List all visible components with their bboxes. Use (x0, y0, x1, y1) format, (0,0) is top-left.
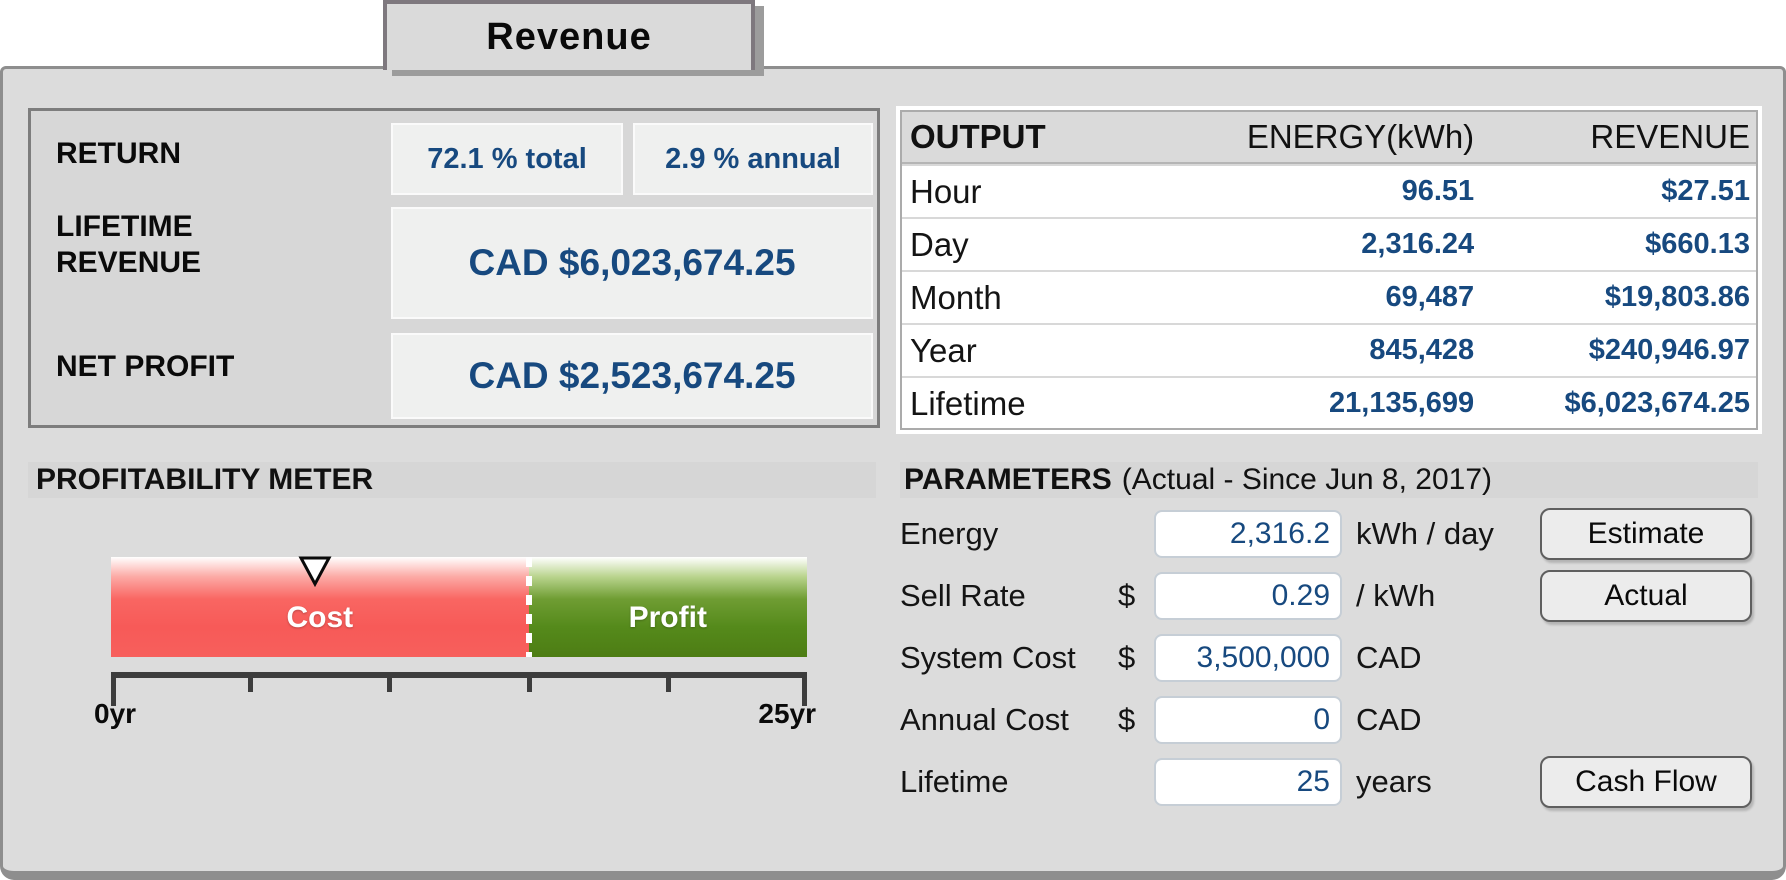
parameters-title-band: PARAMETERS (Actual - Since Jun 8, 2017) (900, 462, 1758, 498)
param-unit: / kWh (1356, 578, 1435, 614)
parameters-title: PARAMETERS (904, 462, 1112, 498)
row-revenue: $240,946.97 (1474, 334, 1756, 367)
row-revenue: $19,803.86 (1474, 281, 1756, 314)
param-row-system-cost: System Cost $ 3,500,000 CAD (900, 632, 1770, 684)
table-row-hour: Hour 96.51 $27.51 (902, 164, 1756, 217)
lifetime-revenue-value: CAD $6,023,674.25 (391, 207, 873, 319)
meter-breakeven-divider (526, 557, 532, 657)
param-unit: kWh / day (1356, 516, 1494, 552)
table-row-year: Year 845,428 $240,946.97 (902, 323, 1756, 376)
cash-flow-button[interactable]: Cash Flow (1540, 756, 1752, 808)
param-row-annual-cost: Annual Cost $ 0 CAD (900, 694, 1770, 746)
profitability-meter-title: PROFITABILITY METER (28, 462, 876, 498)
row-label: Hour (902, 173, 1158, 211)
revenue-header-label: REVENUE (1474, 118, 1756, 156)
meter-profit-segment: Profit (529, 557, 807, 657)
energy-input[interactable]: 2,316.2 (1154, 510, 1342, 558)
param-label: Lifetime (900, 764, 1118, 800)
actual-button[interactable]: Actual (1540, 570, 1752, 622)
param-row-lifetime: Lifetime 25 years Cash Flow (900, 756, 1770, 808)
param-label: Sell Rate (900, 578, 1118, 614)
table-row-lifetime: Lifetime 21,135,699 $6,023,674.25 (902, 376, 1756, 429)
return-annual-value: 2.9 % annual (633, 123, 873, 195)
meter-end-label: 25yr (740, 698, 816, 730)
param-row-energy: Energy 2,316.2 kWh / day Estimate (900, 508, 1770, 560)
param-row-sell-rate: Sell Rate $ 0.29 / kWh Actual (900, 570, 1770, 622)
sell-rate-input[interactable]: 0.29 (1154, 572, 1342, 620)
row-label: Month (902, 279, 1158, 317)
row-revenue: $6,023,674.25 (1474, 387, 1756, 420)
row-energy: 69,487 (1158, 281, 1474, 314)
table-row-day: Day 2,316.24 $660.13 (902, 217, 1756, 270)
estimate-button[interactable]: Estimate (1540, 508, 1752, 560)
param-unit: CAD (1356, 640, 1421, 676)
parameters-subtitle: (Actual - Since Jun 8, 2017) (1122, 462, 1492, 498)
param-label: Annual Cost (900, 702, 1118, 738)
return-total-value: 72.1 % total (391, 123, 623, 195)
param-unit: years (1356, 764, 1432, 800)
row-energy: 845,428 (1158, 334, 1474, 367)
output-header-label: OUTPUT (902, 118, 1158, 156)
meter-start-label: 0yr (94, 698, 136, 730)
meter-axis-line (111, 672, 807, 678)
tab-revenue[interactable]: Revenue (383, 0, 755, 70)
row-revenue: $660.13 (1474, 228, 1756, 261)
net-profit-value: CAD $2,523,674.25 (391, 333, 873, 419)
meter-profit-label: Profit (629, 601, 707, 635)
row-energy: 21,135,699 (1158, 387, 1474, 420)
parameters-form: Energy 2,316.2 kWh / day Estimate Sell R… (900, 508, 1770, 818)
param-label: Energy (900, 516, 1118, 552)
table-row-month: Month 69,487 $19,803.86 (902, 270, 1756, 323)
axis-tick (387, 672, 392, 692)
param-unit: CAD (1356, 702, 1421, 738)
row-revenue: $27.51 (1474, 175, 1756, 208)
summary-panel: RETURN 72.1 % total 2.9 % annual LIFETIM… (28, 108, 880, 428)
axis-tick (666, 672, 671, 692)
meter-axis (111, 672, 807, 712)
profitability-meter-bar: Cost Profit (111, 557, 807, 657)
output-table-header: OUTPUT ENERGY(kWh) REVENUE (902, 112, 1756, 164)
row-label: Day (902, 226, 1158, 264)
output-table: OUTPUT ENERGY(kWh) REVENUE Hour 96.51 $2… (900, 110, 1758, 430)
row-label: Lifetime (902, 385, 1158, 423)
axis-tick (248, 672, 253, 692)
currency-symbol: $ (1118, 640, 1154, 676)
lifetime-revenue-label: LIFETIME REVENUE (56, 209, 246, 281)
energy-header-label: ENERGY(kWh) (1158, 118, 1474, 156)
meter-cost-label: Cost (286, 601, 353, 635)
system-cost-input[interactable]: 3,500,000 (1154, 634, 1342, 682)
lifetime-input[interactable]: 25 (1154, 758, 1342, 806)
meter-position-marker-icon (298, 555, 332, 592)
annual-cost-input[interactable]: 0 (1154, 696, 1342, 744)
param-label: System Cost (900, 640, 1118, 676)
tab-revenue-label: Revenue (486, 16, 651, 59)
row-energy: 2,316.24 (1158, 228, 1474, 261)
net-profit-label: NET PROFIT (56, 349, 234, 385)
axis-tick (527, 672, 532, 692)
row-label: Year (902, 332, 1158, 370)
currency-symbol: $ (1118, 578, 1154, 614)
row-energy: 96.51 (1158, 175, 1474, 208)
return-label: RETURN (56, 136, 181, 172)
currency-symbol: $ (1118, 702, 1154, 738)
